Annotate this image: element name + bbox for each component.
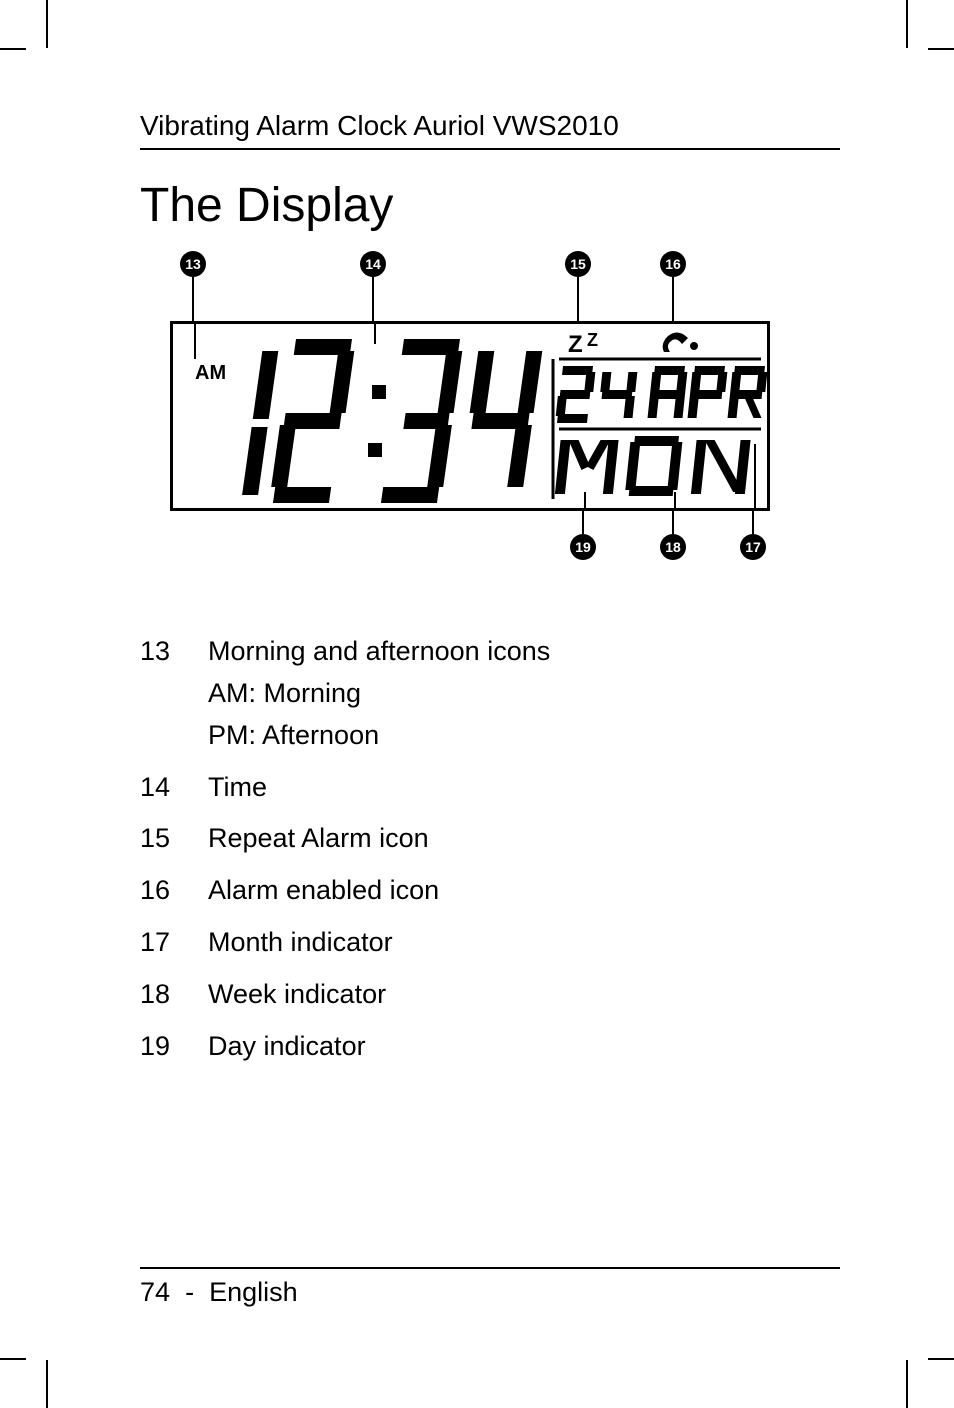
legend-item: 13 Morning and afternoon icons AM: Morni… [140,631,840,757]
legend-item: 14 Time [140,767,840,809]
legend-num: 15 [140,818,180,860]
legend-desc: Week indicator [208,974,840,1016]
legend-desc: Alarm enabled icon [208,870,840,912]
svg-text:Z: Z [568,331,583,358]
legend-list: 13 Morning and afternoon icons AM: Morni… [140,631,840,1068]
legend-item: 19 Day indicator [140,1026,840,1068]
legend-num: 16 [140,870,180,912]
legend-desc: Morning and afternoon icons AM: Morning … [208,631,840,757]
footer-sep: - [185,1277,194,1307]
crop-mark [46,1360,48,1408]
legend-num: 19 [140,1026,180,1068]
crop-mark [928,48,954,50]
legend-num: 17 [140,922,180,964]
callout-19: 19 [570,534,596,560]
legend-item: 17 Month indicator [140,922,840,964]
callout-17: 17 [740,534,766,560]
crop-mark [906,0,908,48]
crop-mark [46,0,48,48]
callout-14: 14 [360,251,386,277]
legend-num: 13 [140,631,180,757]
callout-15: 15 [565,251,591,277]
crop-mark [906,1360,908,1408]
callout-18: 18 [660,534,686,560]
display-diagram: 13 14 15 16 19 18 17 AM [170,251,770,571]
page-footer: 74 - English [140,1267,840,1308]
manual-page: Vibrating Alarm Clock Auriol VWS2010 The… [0,0,954,1408]
am-label: AM [195,362,226,384]
svg-text:Z: Z [587,330,598,350]
legend-num: 18 [140,974,180,1016]
crop-mark [0,48,26,50]
crop-mark [928,1358,954,1360]
lcd-frame: AM [170,321,770,511]
legend-item: 18 Week indicator [140,974,840,1016]
legend-desc: Repeat Alarm icon [208,818,840,860]
time-digits [242,339,542,503]
legend-desc: Time [208,767,840,809]
snooze-icon: Z Z [568,330,598,358]
legend-num: 14 [140,767,180,809]
page-number: 74 [140,1277,170,1307]
date-row [555,366,767,423]
section-title: The Display [140,178,840,233]
legend-item: 16 Alarm enabled icon [140,870,840,912]
content-area: Vibrating Alarm Clock Auriol VWS2010 The… [140,110,840,1078]
bell-icon [663,332,698,352]
crop-mark [0,1358,26,1360]
callout-13: 13 [180,251,206,277]
legend-desc: Month indicator [208,922,840,964]
legend-desc: Day indicator [208,1026,840,1068]
running-head: Vibrating Alarm Clock Auriol VWS2010 [140,110,840,150]
weekday-row [555,436,751,496]
legend-item: 15 Repeat Alarm icon [140,818,840,860]
callout-16: 16 [660,251,686,277]
footer-lang: English [209,1277,298,1307]
lcd-svg: AM [173,324,767,508]
